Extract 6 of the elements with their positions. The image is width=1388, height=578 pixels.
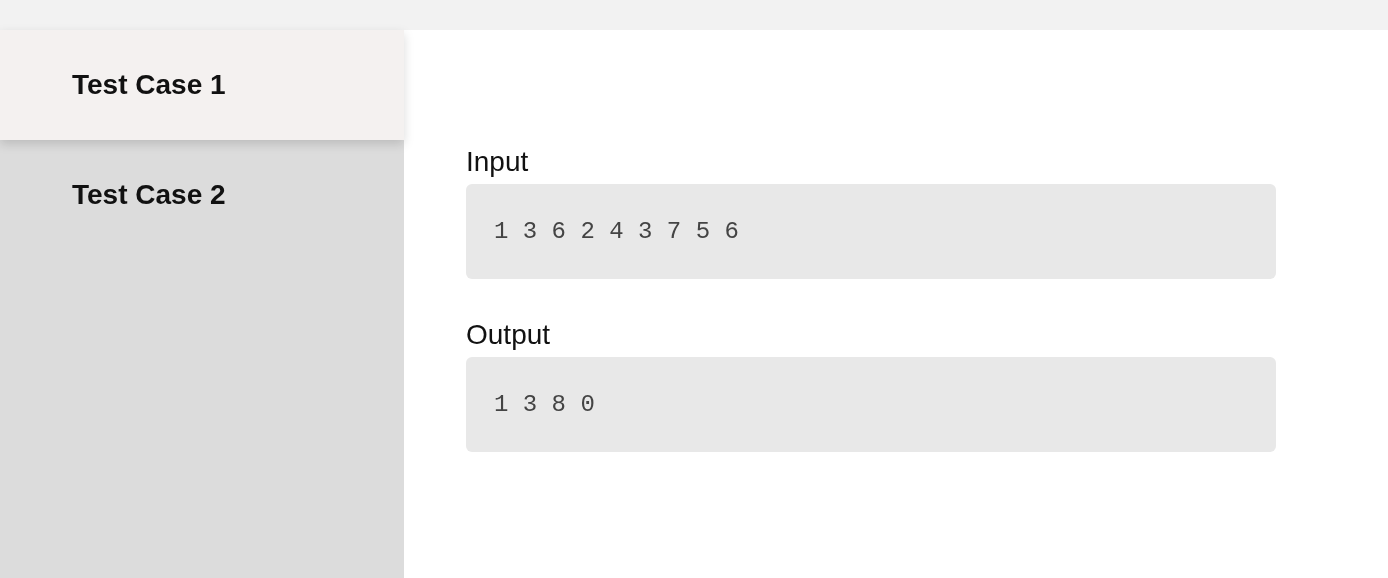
code-block: 1 3 6 2 4 3 7 5 6 — [466, 184, 1276, 279]
test-case-tab[interactable]: Test Case 2 — [0, 140, 404, 250]
section-label: Input — [466, 146, 530, 178]
code-block: 1 3 8 0 — [466, 357, 1276, 452]
test-case-tab[interactable]: Test Case 1 — [0, 30, 404, 140]
section-label: Output — [466, 319, 552, 351]
